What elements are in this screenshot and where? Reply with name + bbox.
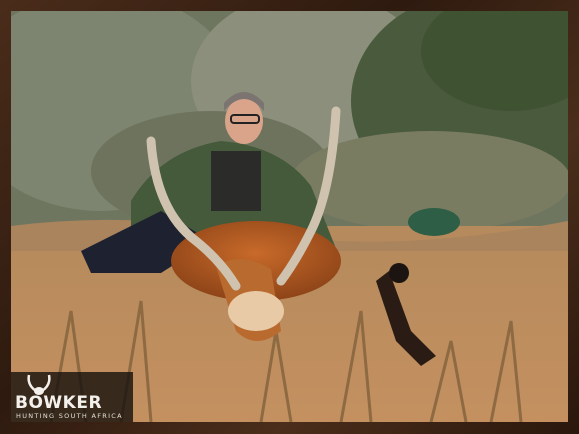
photo-scene bbox=[11, 11, 568, 422]
green-hat bbox=[408, 208, 460, 236]
antelope-horns-icon bbox=[27, 374, 51, 395]
photo-frame: BOWKER HUNTING SOUTH AFRICA bbox=[0, 0, 579, 434]
rifle-scope bbox=[389, 263, 409, 283]
brand-tagline: HUNTING SOUTH AFRICA bbox=[16, 412, 123, 420]
bowker-logo: BOWKER HUNTING SOUTH AFRICA bbox=[11, 372, 133, 422]
hunting-photo bbox=[11, 11, 568, 422]
hunter-shirt bbox=[211, 151, 261, 211]
lechwe-muzzle bbox=[228, 291, 284, 331]
brand-name: BOWKER bbox=[15, 393, 103, 413]
